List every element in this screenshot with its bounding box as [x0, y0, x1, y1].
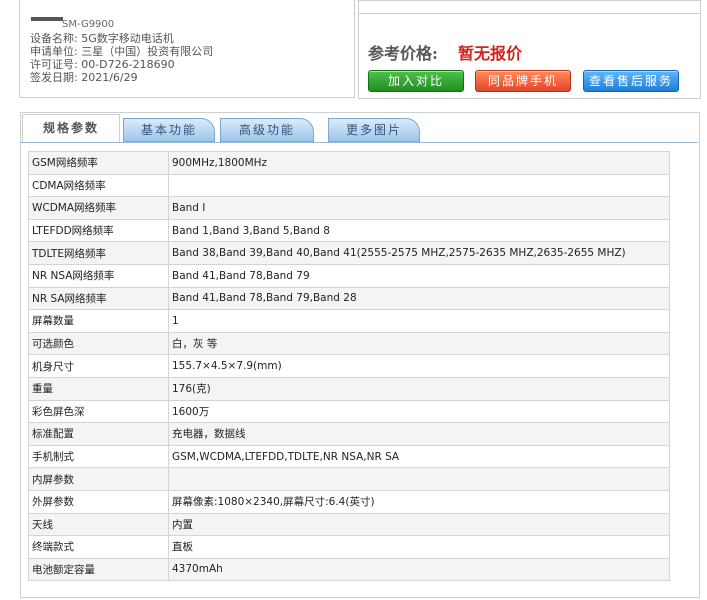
table-row: 标准配置 充电器，数据线: [28, 422, 670, 446]
device-applicant: 申请单位: 三星（中国）投资有限公司: [30, 45, 214, 58]
table-row: 终端款式 直板: [28, 535, 670, 559]
spec-key: 标准配置: [28, 422, 169, 446]
table-row: 内屏参数: [28, 467, 670, 491]
spec-value: Band 41,Band 78,Band 79: [168, 263, 670, 288]
spec-value: Band 1,Band 3,Band 5,Band 8: [168, 218, 670, 243]
table-row: 重量 176(克): [28, 376, 670, 401]
spec-key: NR SA网络频率: [28, 286, 169, 311]
spec-key: 重量: [28, 376, 169, 401]
spec-value: 1: [168, 309, 670, 333]
spec-key: 天线: [28, 512, 169, 537]
spec-value: 白，灰 等: [168, 331, 670, 356]
device-date: 签发日期: 2021/6/29: [30, 71, 138, 84]
spec-key: 手机制式: [28, 444, 169, 469]
brand-logo-icon: [31, 17, 63, 21]
spec-value: [168, 173, 670, 198]
price-label: 参考价格:: [368, 44, 438, 63]
device-model: SM-G9900: [62, 19, 115, 30]
tab-basic-functions[interactable]: 基本功能: [123, 118, 215, 142]
table-row: GSM网络频率 900MHz,1800MHz: [28, 151, 670, 175]
table-row: LTEFDD网络频率 Band 1,Band 3,Band 5,Band 8: [28, 218, 670, 243]
table-row: 屏幕数量 1: [28, 309, 670, 333]
device-info-box: SM-G9900 设备名称: 5G数字移动电话机 申请单位: 三星（中国）投资有…: [19, 0, 355, 98]
table-row: NR NSA网络频率 Band 41,Band 78,Band 79: [28, 263, 670, 288]
price-value: 暂无报价: [458, 44, 523, 63]
table-row: CDMA网络频率: [28, 173, 670, 198]
spec-key: WCDMA网络频率: [28, 196, 169, 220]
spec-value: Band 38,Band 39,Band 40,Band 41(2555-257…: [168, 241, 670, 265]
table-row: TDLTE网络频率 Band 38,Band 39,Band 40,Band 41…: [28, 241, 670, 265]
spec-value: Band Ⅰ: [168, 196, 670, 220]
spec-key: 可选颜色: [28, 331, 169, 356]
table-row: 电池额定容量 4370mAh: [28, 557, 670, 582]
spec-value: GSM,WCDMA,LTEFDD,TDLTE,NR NSA,NR SA: [168, 444, 670, 469]
spec-key: 电池额定容量: [28, 557, 169, 582]
spec-key: 机身尺寸: [28, 354, 169, 378]
spec-value: 900MHz,1800MHz: [168, 151, 670, 175]
table-row: 彩色屏色深 1600万: [28, 399, 670, 424]
table-row: 手机制式 GSM,WCDMA,LTEFDD,TDLTE,NR NSA,NR SA: [28, 444, 670, 469]
table-row: 机身尺寸 155.7×4.5×7.9(mm): [28, 354, 670, 378]
after-sales-button[interactable]: 查看售后服务: [583, 70, 679, 92]
spec-value: 屏幕像素:1080×2340,屏幕尺寸:6.4(英寸): [168, 489, 670, 514]
spec-key: 终端款式: [28, 535, 169, 559]
table-row: NR SA网络频率 Band 41,Band 78,Band 79,Band 28: [28, 286, 670, 311]
divider: [359, 13, 700, 14]
spec-key: 屏幕数量: [28, 309, 169, 333]
spec-value: 176(克): [168, 376, 670, 401]
table-row: 外屏参数 屏幕像素:1080×2340,屏幕尺寸:6.4(英寸): [28, 489, 670, 514]
spec-value: 充电器，数据线: [168, 422, 670, 446]
table-row: WCDMA网络频率 Band Ⅰ: [28, 196, 670, 220]
spec-value: Band 41,Band 78,Band 79,Band 28: [168, 286, 670, 311]
spec-value: 直板: [168, 535, 670, 559]
spec-key: TDLTE网络频率: [28, 241, 169, 265]
same-brand-button[interactable]: 同品牌手机: [475, 70, 571, 92]
spec-value: 155.7×4.5×7.9(mm): [168, 354, 670, 378]
tab-specs[interactable]: 规格参数: [22, 114, 120, 142]
spec-key: 彩色屏色深: [28, 399, 169, 424]
spec-value: [168, 467, 670, 491]
spec-value: 4370mAh: [168, 557, 670, 582]
device-name: 设备名称: 5G数字移动电话机: [30, 32, 174, 45]
spec-value: 内置: [168, 512, 670, 537]
device-license: 许可证号: 00-D726-218690: [30, 58, 175, 71]
tab-more-images[interactable]: 更多图片: [328, 118, 420, 142]
spec-key: CDMA网络频率: [28, 173, 169, 198]
spec-table: GSM网络频率 900MHz,1800MHz CDMA网络频率 WCDMA网络频率 Ba…: [28, 151, 670, 582]
add-compare-button[interactable]: 加入对比: [368, 70, 464, 92]
spec-key: NR NSA网络频率: [28, 263, 169, 288]
spec-key: 内屏参数: [28, 467, 169, 491]
spec-key: LTEFDD网络频率: [28, 218, 169, 243]
tab-bar: 规格参数 基本功能 高级功能 更多图片: [20, 112, 698, 143]
spec-key: GSM网络频率: [28, 151, 169, 175]
table-row: 天线 内置: [28, 512, 670, 537]
spec-value: 1600万: [168, 399, 670, 424]
tab-advanced-functions[interactable]: 高级功能: [220, 118, 314, 142]
table-row: 可选颜色 白，灰 等: [28, 331, 670, 356]
spec-key: 外屏参数: [28, 489, 169, 514]
